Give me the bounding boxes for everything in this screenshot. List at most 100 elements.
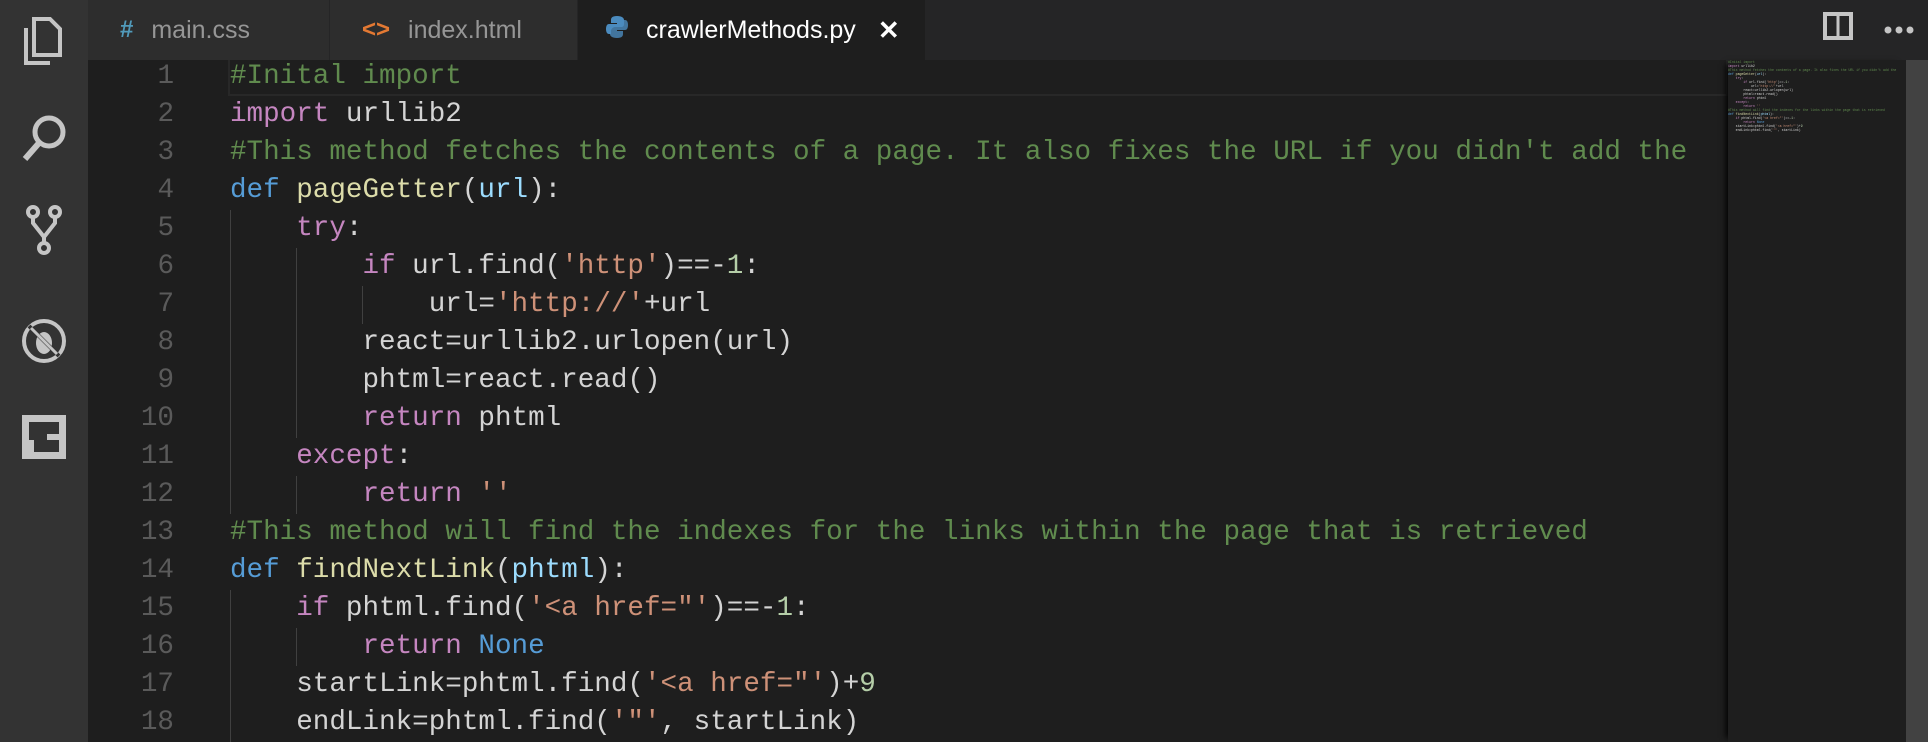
minimap-line: endLink=phtml.find('"', startLink) [1735, 128, 1801, 132]
code-token: : [743, 251, 760, 282]
minimap[interactable]: #Inital import import urllib2 #This method… [1728, 60, 1906, 742]
code-token: return [362, 631, 462, 662]
code-text: import urllib2 [230, 96, 462, 134]
code-text: #Inital import [230, 60, 462, 96]
line-number: 9 [157, 365, 174, 396]
vertical-scrollbar[interactable] [1906, 60, 1928, 742]
line-number: 7 [157, 289, 174, 320]
tab-main-css[interactable]: # main.css [88, 0, 330, 60]
line-number: 2 [157, 99, 174, 130]
code-editor[interactable]: 1 #Inital import 2 import urllib2 3 #This met… [88, 60, 1728, 742]
html-file-icon: <> [362, 16, 391, 43]
split-editor-icon [1823, 12, 1853, 40]
code-token: : [345, 213, 363, 244]
code-line[interactable]: 5 try: [88, 210, 1728, 248]
line-number: 13 [140, 517, 174, 548]
code-token: phtml [461, 403, 562, 434]
code-token: ( [461, 175, 479, 206]
explorer-button[interactable] [14, 11, 74, 71]
line-number: 17 [140, 669, 174, 700]
code-token: return [362, 479, 462, 510]
line-number: 3 [157, 137, 174, 168]
code-line[interactable]: 7 url='http://'+url [88, 286, 1728, 324]
code-line[interactable]: 1 #Inital import [88, 60, 1728, 96]
code-token: findNextLink [296, 555, 495, 586]
line-number: 4 [157, 175, 174, 206]
indent-guide [230, 438, 231, 476]
code-token: react=urllib2.urlopen(url) [362, 327, 794, 358]
code-token: 'http://' [494, 289, 644, 320]
code-token: startLink=phtml.find( [296, 669, 644, 700]
code-line[interactable]: 2 import urllib2 [88, 96, 1728, 134]
line-number: 8 [157, 327, 174, 358]
code-token: 'http' [561, 251, 661, 282]
more-icon [1884, 26, 1914, 34]
code-line[interactable]: 15 if phtml.find('<a href="')==-1: [88, 590, 1728, 628]
code-token: 1 [776, 593, 794, 624]
code-token: +url [644, 289, 711, 320]
code-token: '' [478, 479, 512, 510]
code-text: return None [362, 628, 544, 666]
activity-bar [0, 0, 88, 742]
python-file-icon [606, 15, 628, 46]
code-text: #This method fetches the contents of a p… [230, 134, 1687, 172]
code-line[interactable]: 12 return '' [88, 476, 1728, 514]
code-line[interactable]: 6 if url.find('http')==-1: [88, 248, 1728, 286]
code-token: ( [494, 555, 512, 586]
line-number: 1 [157, 61, 174, 92]
source-control-icon [26, 205, 62, 255]
code-token: def [230, 555, 280, 586]
code-line[interactable]: 4 def pageGetter(url): [88, 172, 1728, 210]
close-tab-icon[interactable]: ✕ [878, 15, 900, 46]
split-editor-button[interactable] [1823, 12, 1853, 45]
code-line[interactable]: 18 endLink=phtml.find('"', startLink) [88, 704, 1728, 742]
code-text: def findNextLink(phtml): [230, 552, 627, 590]
code-token: if [362, 251, 396, 282]
line-number: 15 [140, 593, 174, 624]
code-line[interactable]: 14 def findNextLink(phtml): [88, 552, 1728, 590]
code-text: try: [296, 210, 362, 248]
code-text: startLink=phtml.find('<a href="')+9 [296, 666, 876, 704]
tab-crawlermethods-py[interactable]: crawlerMethods.py ✕ [578, 0, 926, 60]
code-line[interactable]: 17 startLink=phtml.find('<a href="')+9 [88, 666, 1728, 704]
code-token: pageGetter [296, 175, 462, 206]
code-token: )==- [660, 251, 727, 282]
tab-index-html[interactable]: <> index.html [330, 0, 578, 60]
code-token: ): [528, 175, 562, 206]
debug-button[interactable] [14, 311, 74, 371]
indent-guide [230, 362, 231, 400]
code-line[interactable]: 3 #This method fetches the contents of a … [88, 134, 1728, 172]
line-number: 11 [140, 441, 174, 472]
code-token: '"' [610, 707, 661, 738]
source-control-button[interactable] [14, 200, 74, 260]
code-line[interactable]: 11 except: [88, 438, 1728, 476]
code-line[interactable]: 16 return None [88, 628, 1728, 666]
code-text: except: [296, 438, 412, 476]
indent-guide [230, 286, 231, 324]
code-token: None [478, 631, 545, 662]
indent-guide [296, 476, 298, 514]
search-button[interactable] [14, 108, 74, 168]
files-icon [24, 17, 62, 65]
line-number: 18 [140, 707, 174, 738]
indent-guide [296, 628, 298, 666]
code-token: #Inital import [230, 61, 462, 92]
more-actions-button[interactable] [1884, 22, 1914, 40]
code-text: url='http://'+url [429, 286, 711, 324]
code-token: ): [594, 555, 628, 586]
code-token: : [793, 593, 810, 624]
code-token: url.find( [395, 251, 562, 282]
code-text: if phtml.find('<a href="')==-1: [296, 590, 809, 628]
line-number: 12 [140, 479, 174, 510]
code-line[interactable]: 13 #This method will find the indexes for… [88, 514, 1728, 552]
extensions-button[interactable] [14, 407, 74, 467]
code-token: if [296, 593, 330, 624]
tab-label: index.html [408, 15, 522, 44]
code-line[interactable]: 9 phtml=react.read() [88, 362, 1728, 400]
code-line[interactable]: 8 react=urllib2.urlopen(url) [88, 324, 1728, 362]
code-line[interactable]: 10 return phtml [88, 400, 1728, 438]
